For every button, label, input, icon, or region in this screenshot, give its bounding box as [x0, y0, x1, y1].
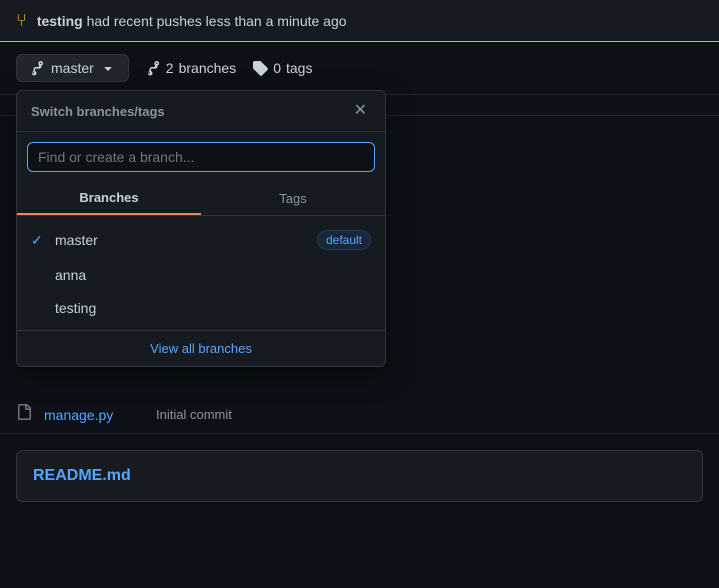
tag-count-link[interactable]: 0 tags — [252, 60, 312, 76]
notification-text: testing had recent pushes less than a mi… — [37, 13, 347, 29]
branches-label: branches — [179, 60, 237, 76]
git-branch-icon: ⑂ — [16, 10, 27, 31]
current-branch-name: master — [51, 60, 94, 76]
branch-count: 2 — [166, 60, 174, 76]
toolbar: master 2 branches 0 tags — [0, 42, 719, 95]
notification-branch: testing — [37, 13, 83, 29]
branch-item-anna[interactable]: ✓ anna — [17, 258, 385, 291]
branch-name-anna: anna — [55, 267, 86, 283]
readme-section: README.md — [16, 450, 703, 502]
branch-dropdown-panel: Switch branches/tags ✕ Branches Tags ✓ m… — [16, 90, 386, 367]
branch-search-input[interactable] — [27, 142, 375, 172]
readme-suffix: .md — [102, 467, 130, 484]
dropdown-header: Switch branches/tags ✕ — [17, 91, 385, 132]
readme-prefix: README — [33, 467, 102, 484]
branch-list: ✓ master default ✓ anna ✓ testing — [17, 216, 385, 330]
branch-item-master[interactable]: ✓ master default — [17, 222, 385, 258]
tabs-row: Branches Tags — [17, 182, 385, 216]
chevron-down-icon — [100, 60, 116, 76]
file-row-manage: manage.py Initial commit — [0, 396, 719, 434]
tag-count: 0 — [273, 60, 281, 76]
branch-count-link[interactable]: 2 branches — [145, 60, 236, 76]
close-dropdown-button[interactable]: ✕ — [350, 101, 371, 121]
notification-banner: ⑂ testing had recent pushes less than a … — [0, 0, 719, 42]
file-icon-manage — [16, 404, 32, 425]
file-name-manage-py[interactable]: manage.py — [44, 407, 144, 423]
branch-count-icon — [145, 60, 161, 76]
tab-tags[interactable]: Tags — [201, 182, 385, 215]
branch-selector-button[interactable]: master — [16, 54, 129, 82]
commit-message-manage-py: Initial commit — [156, 407, 703, 422]
git-branch-icon — [29, 60, 45, 76]
branch-name-master: master — [55, 232, 98, 248]
dropdown-title: Switch branches/tags — [31, 104, 165, 119]
view-all-branches-link[interactable]: View all branches — [17, 330, 385, 366]
tags-label: tags — [286, 60, 312, 76]
search-container — [17, 132, 385, 182]
branch-name-testing: testing — [55, 300, 96, 316]
tag-icon — [252, 60, 268, 76]
default-badge: default — [317, 230, 371, 250]
tab-branches[interactable]: Branches — [17, 182, 201, 215]
check-icon-master: ✓ — [31, 232, 47, 249]
readme-title: README.md — [33, 467, 131, 484]
notification-message: had recent pushes less than a minute ago — [87, 13, 347, 29]
branch-item-testing[interactable]: ✓ testing — [17, 291, 385, 324]
